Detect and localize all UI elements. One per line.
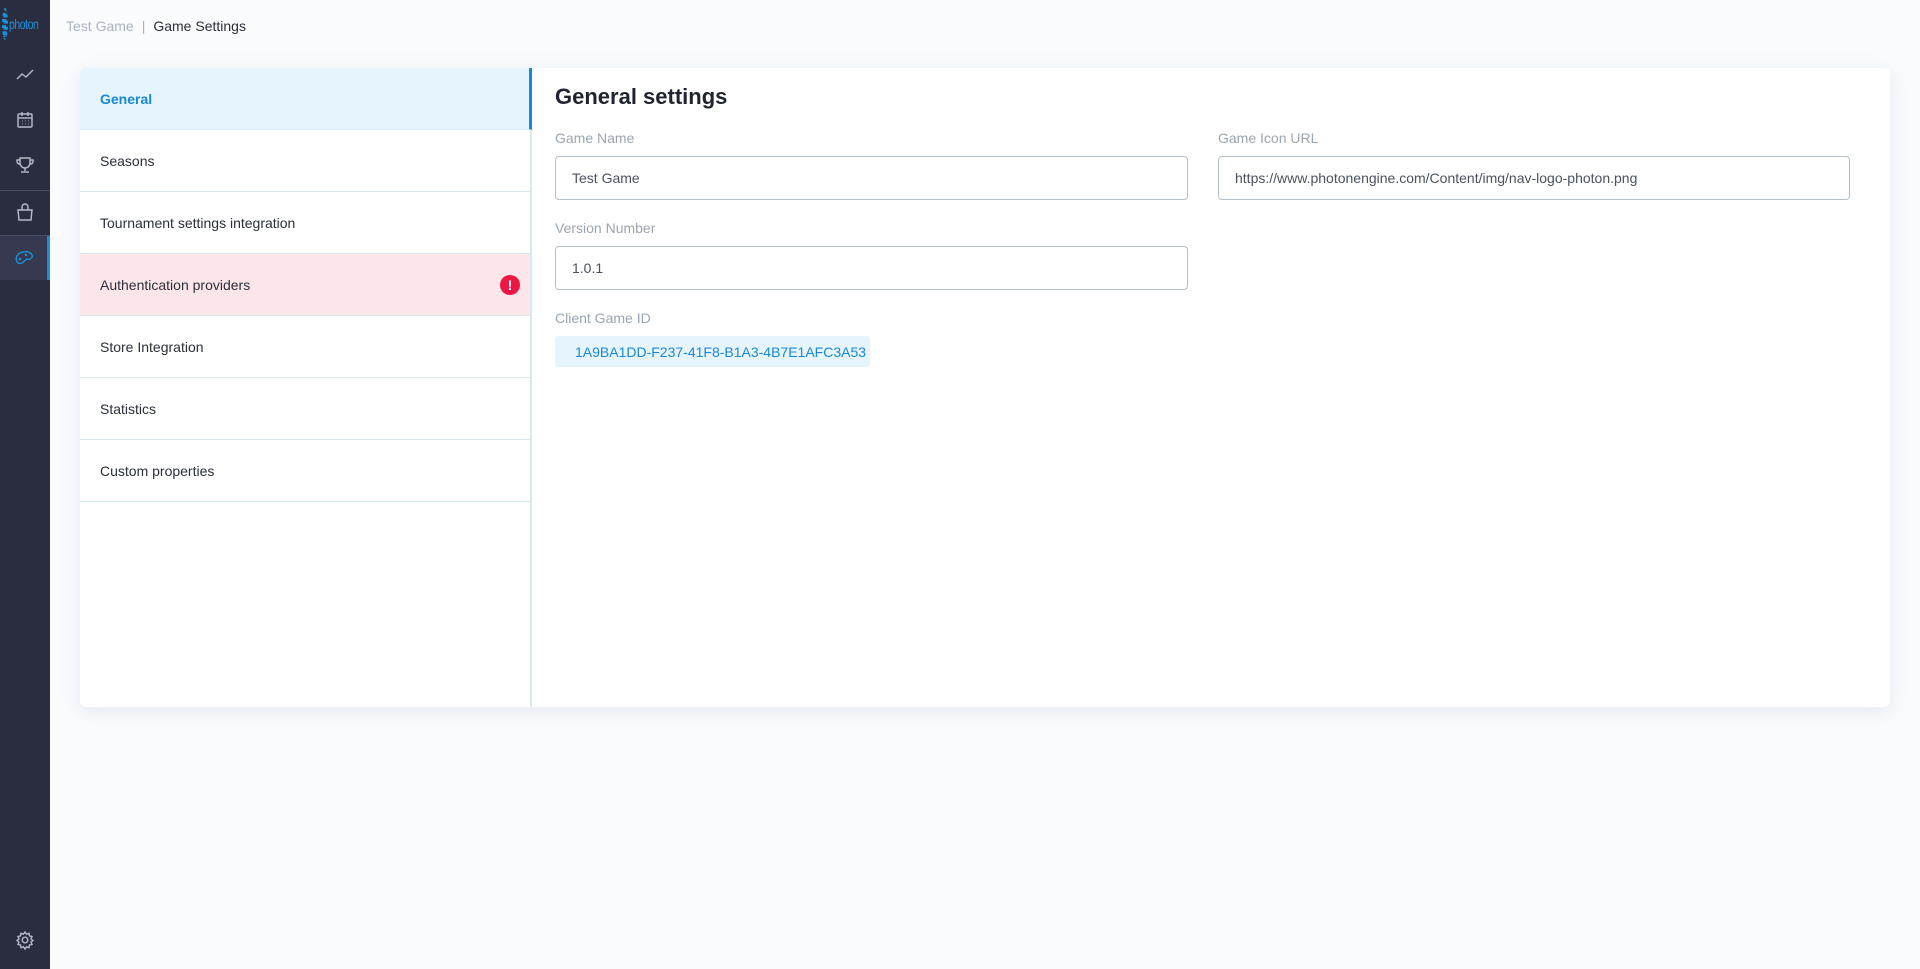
page-title: General settings bbox=[555, 84, 728, 109]
subnav-item-general[interactable]: General bbox=[80, 68, 532, 130]
nav-store[interactable] bbox=[0, 190, 50, 234]
game-name-input[interactable] bbox=[555, 156, 1188, 200]
subnav-item-seasons[interactable]: Seasons bbox=[80, 130, 530, 192]
subnav-item-store-integration[interactable]: Store Integration bbox=[80, 316, 530, 378]
nav-game-settings[interactable] bbox=[0, 236, 50, 280]
client-game-id-value[interactable]: 1A9BA1DD-F237-41F8-B1A3-4B7E1AFC3A53 bbox=[555, 336, 870, 367]
subnav-item-label: Tournament settings integration bbox=[100, 214, 296, 231]
client-game-id-text: 1A9BA1DD-F237-41F8-B1A3-4B7E1AFC3A53 bbox=[575, 343, 867, 360]
breadcrumb: Test Game | Game Settings bbox=[66, 18, 246, 34]
breadcrumb-parent-link[interactable]: Test Game bbox=[66, 18, 134, 34]
subnav-item-label: Seasons bbox=[100, 152, 155, 169]
version-number-label: Version Number bbox=[555, 220, 656, 236]
subnav-item-custom-properties[interactable]: Custom properties bbox=[80, 440, 530, 502]
app-sidebar: photon bbox=[0, 0, 50, 969]
logo-ring-icon bbox=[2, 8, 8, 40]
subnav-item-label: Store Integration bbox=[100, 338, 204, 355]
nav-calendar[interactable] bbox=[0, 98, 50, 142]
subnav-item-label: Authentication providers bbox=[100, 276, 251, 293]
subnav-item-label: Custom properties bbox=[100, 462, 215, 479]
shop-bag-icon bbox=[17, 203, 33, 221]
client-game-id-label: Client Game ID bbox=[555, 310, 651, 326]
nav-tournaments[interactable] bbox=[0, 143, 50, 187]
photon-logo[interactable]: photon bbox=[2, 4, 48, 44]
settings-subnav: General Seasons Tournament settings inte… bbox=[80, 68, 532, 707]
general-settings-panel: General settings Game Name Game Icon URL… bbox=[555, 68, 1890, 707]
nav-settings[interactable] bbox=[0, 918, 50, 962]
subnav-item-label: General bbox=[100, 90, 153, 107]
nav-analytics[interactable] bbox=[0, 53, 50, 97]
subnav-item-label: Statistics bbox=[100, 400, 157, 417]
game-icon-url-label: Game Icon URL bbox=[1218, 130, 1319, 146]
subnav-item-authentication-providers[interactable]: Authentication providers ! bbox=[80, 254, 530, 316]
subnav-item-statistics[interactable]: Statistics bbox=[80, 378, 530, 440]
settings-card: General Seasons Tournament settings inte… bbox=[80, 68, 1890, 707]
version-number-input[interactable] bbox=[555, 246, 1188, 290]
error-alert-icon: ! bbox=[500, 275, 520, 295]
trophy-icon bbox=[16, 157, 34, 173]
analytics-icon bbox=[16, 69, 34, 80]
game-icon-url-input[interactable] bbox=[1218, 156, 1850, 200]
gear-icon bbox=[15, 930, 35, 950]
logo-text: photon bbox=[9, 16, 39, 32]
breadcrumb-separator: | bbox=[141, 18, 146, 34]
calendar-icon bbox=[17, 112, 33, 128]
game-name-label: Game Name bbox=[555, 130, 635, 146]
gamepad-icon bbox=[15, 250, 33, 265]
subnav-item-tournament-settings[interactable]: Tournament settings integration bbox=[80, 192, 530, 254]
breadcrumb-current: Game Settings bbox=[153, 18, 246, 34]
